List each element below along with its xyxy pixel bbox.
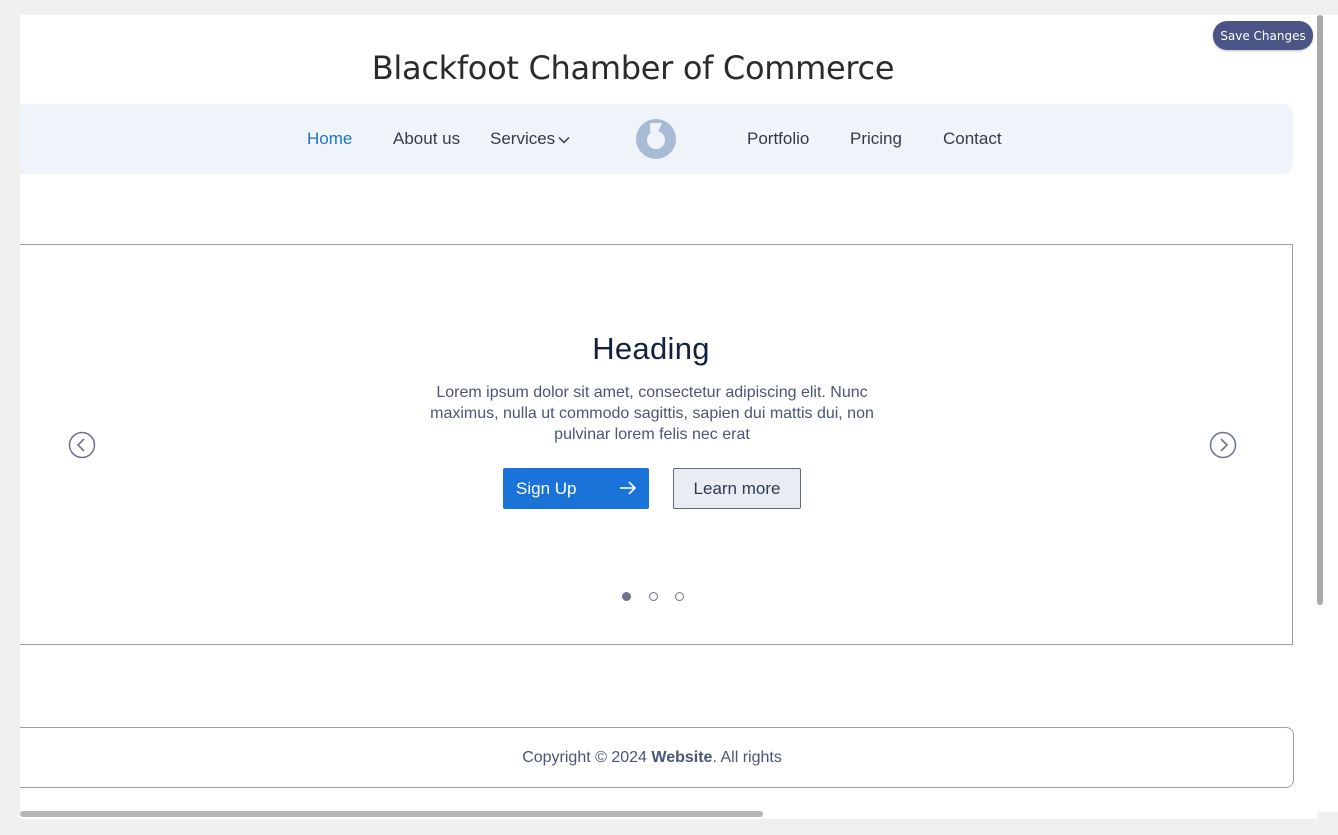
carousel-dot-1[interactable] bbox=[622, 592, 631, 601]
arrow-right-icon bbox=[620, 481, 637, 495]
sign-up-button[interactable]: Sign Up bbox=[503, 468, 649, 509]
hero-heading: Heading bbox=[592, 331, 710, 366]
nav-item-services-label: Services bbox=[490, 129, 556, 148]
nav-item-portfolio[interactable]: Portfolio bbox=[747, 104, 809, 174]
logo-icon[interactable] bbox=[636, 119, 676, 159]
save-changes-button[interactable]: Save Changes bbox=[1213, 21, 1313, 50]
nav-item-pricing[interactable]: Pricing bbox=[850, 104, 902, 174]
vertical-scrollbar-thumb[interactable] bbox=[1317, 15, 1323, 605]
site-title: Blackfoot Chamber of Commerce bbox=[371, 49, 895, 87]
navbar: Home About us Services Portfolio Pricing… bbox=[20, 104, 1293, 174]
footer-prefix: Copyright © 2024 bbox=[522, 749, 652, 766]
nav-item-home[interactable]: Home bbox=[307, 104, 352, 174]
chevron-left-circle-icon[interactable] bbox=[68, 431, 96, 459]
chevron-down-icon bbox=[558, 136, 570, 144]
footer-suffix: . All rights bbox=[712, 749, 782, 766]
learn-more-button[interactable]: Learn more bbox=[673, 468, 801, 509]
nav-item-services[interactable]: Services bbox=[490, 104, 570, 174]
nav-item-about-us[interactable]: About us bbox=[393, 104, 460, 174]
carousel-dot-2[interactable] bbox=[649, 592, 658, 601]
hero-description: Lorem ipsum dolor sit amet, consectetur … bbox=[430, 384, 874, 443]
carousel-dot-3[interactable] bbox=[675, 592, 684, 601]
sign-up-label: Sign Up bbox=[516, 478, 577, 498]
footer: Copyright © 2024 Website. All rights bbox=[20, 727, 1294, 788]
hero-carousel: Heading Lorem ipsum dolor sit amet, cons… bbox=[20, 244, 1293, 645]
nav-item-contact[interactable]: Contact bbox=[943, 104, 1002, 174]
horizontal-scrollbar-thumb[interactable] bbox=[20, 811, 763, 817]
footer-brand[interactable]: Website bbox=[651, 749, 712, 766]
chevron-right-circle-icon[interactable] bbox=[1209, 431, 1237, 459]
page-canvas: Save Changes Blackfoot Chamber of Commer… bbox=[20, 15, 1317, 812]
footer-copyright: Copyright © 2024 Website. All rights bbox=[20, 728, 1285, 787]
